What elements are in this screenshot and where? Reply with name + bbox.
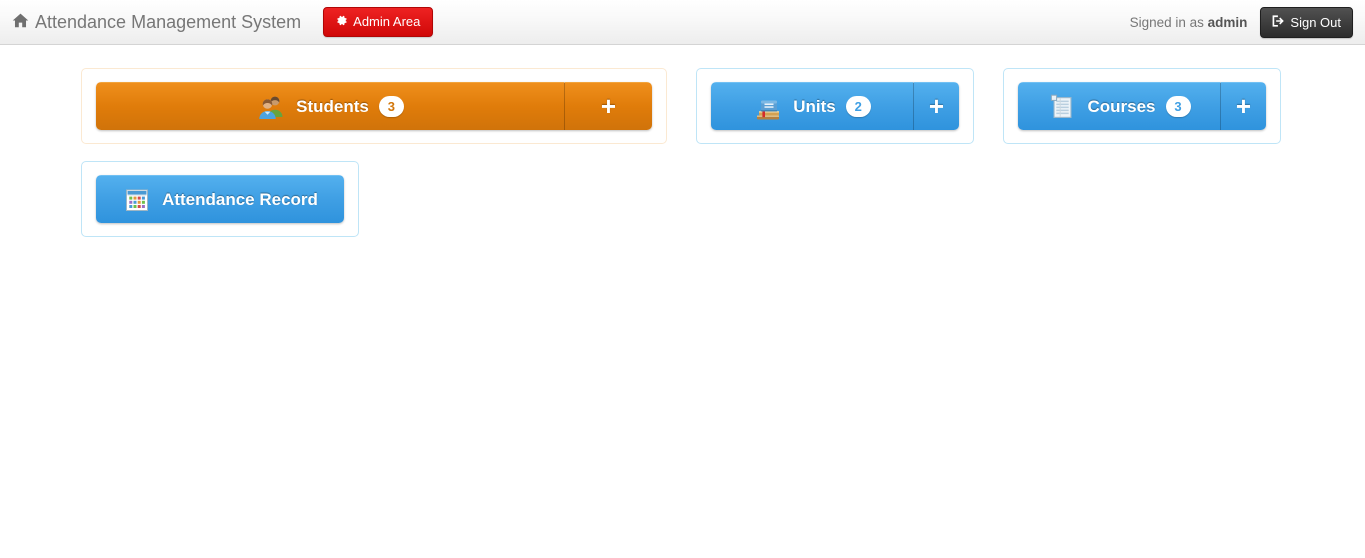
panel-courses: Courses 3 + — [1003, 68, 1281, 144]
courses-button-group: Courses 3 + — [1018, 82, 1266, 130]
students-label: Students — [296, 96, 369, 116]
plus-icon: + — [1235, 90, 1252, 121]
attendance-record-button[interactable]: Attendance Record — [96, 175, 344, 223]
sign-out-button[interactable]: Sign Out — [1260, 7, 1353, 38]
units-button[interactable]: Units 2 — [711, 82, 913, 130]
top-navbar: Attendance Management System Admin Area … — [0, 0, 1365, 45]
calendar-icon — [122, 185, 152, 215]
gear-icon — [335, 14, 348, 29]
books-icon — [753, 92, 783, 122]
students-button-group: Students 3 + — [96, 82, 652, 130]
navbar-right-section: Signed in as admin Sign Out — [1130, 0, 1353, 45]
brand-title: Attendance Management System — [35, 11, 302, 32]
people-icon — [256, 92, 286, 122]
units-button-group: Units 2 + — [711, 82, 959, 130]
sign-out-label: Sign Out — [1290, 14, 1341, 30]
signed-in-username: admin — [1207, 15, 1248, 30]
home-icon — [12, 12, 29, 32]
courses-label: Courses — [1087, 96, 1156, 116]
dashboard-content: Students 3 + Units 2 + Courses 3 + Atten… — [0, 45, 1365, 237]
attendance-record-label: Attendance Record — [162, 189, 318, 209]
attendance-record-button-group: Attendance Record — [96, 175, 344, 223]
add-course-button[interactable]: + — [1220, 82, 1266, 130]
admin-area-button[interactable]: Admin Area — [323, 7, 434, 37]
brand[interactable]: Attendance Management System — [12, 12, 301, 33]
students-count-badge: 3 — [378, 96, 404, 117]
dashboard-row-2: Attendance Record — [0, 161, 1365, 237]
plus-icon: + — [928, 90, 945, 121]
add-student-button[interactable]: + — [564, 82, 652, 130]
signed-in-status: Signed in as admin — [1130, 15, 1248, 30]
students-button[interactable]: Students 3 — [96, 82, 564, 130]
courses-count-badge: 3 — [1165, 96, 1191, 117]
signed-in-prefix: Signed in as — [1129, 15, 1204, 30]
sign-out-icon — [1271, 14, 1285, 30]
panel-students: Students 3 + — [81, 68, 667, 144]
admin-area-label: Admin Area — [353, 14, 421, 29]
dashboard-row-1: Students 3 + Units 2 + Courses 3 + — [0, 68, 1365, 144]
courses-button[interactable]: Courses 3 — [1018, 82, 1220, 130]
panel-units: Units 2 + — [696, 68, 974, 144]
document-list-icon — [1047, 92, 1077, 122]
add-unit-button[interactable]: + — [913, 82, 959, 130]
units-label: Units — [793, 96, 836, 116]
panel-attendance-record: Attendance Record — [81, 161, 359, 237]
units-count-badge: 2 — [845, 96, 871, 117]
plus-icon: + — [600, 90, 617, 121]
